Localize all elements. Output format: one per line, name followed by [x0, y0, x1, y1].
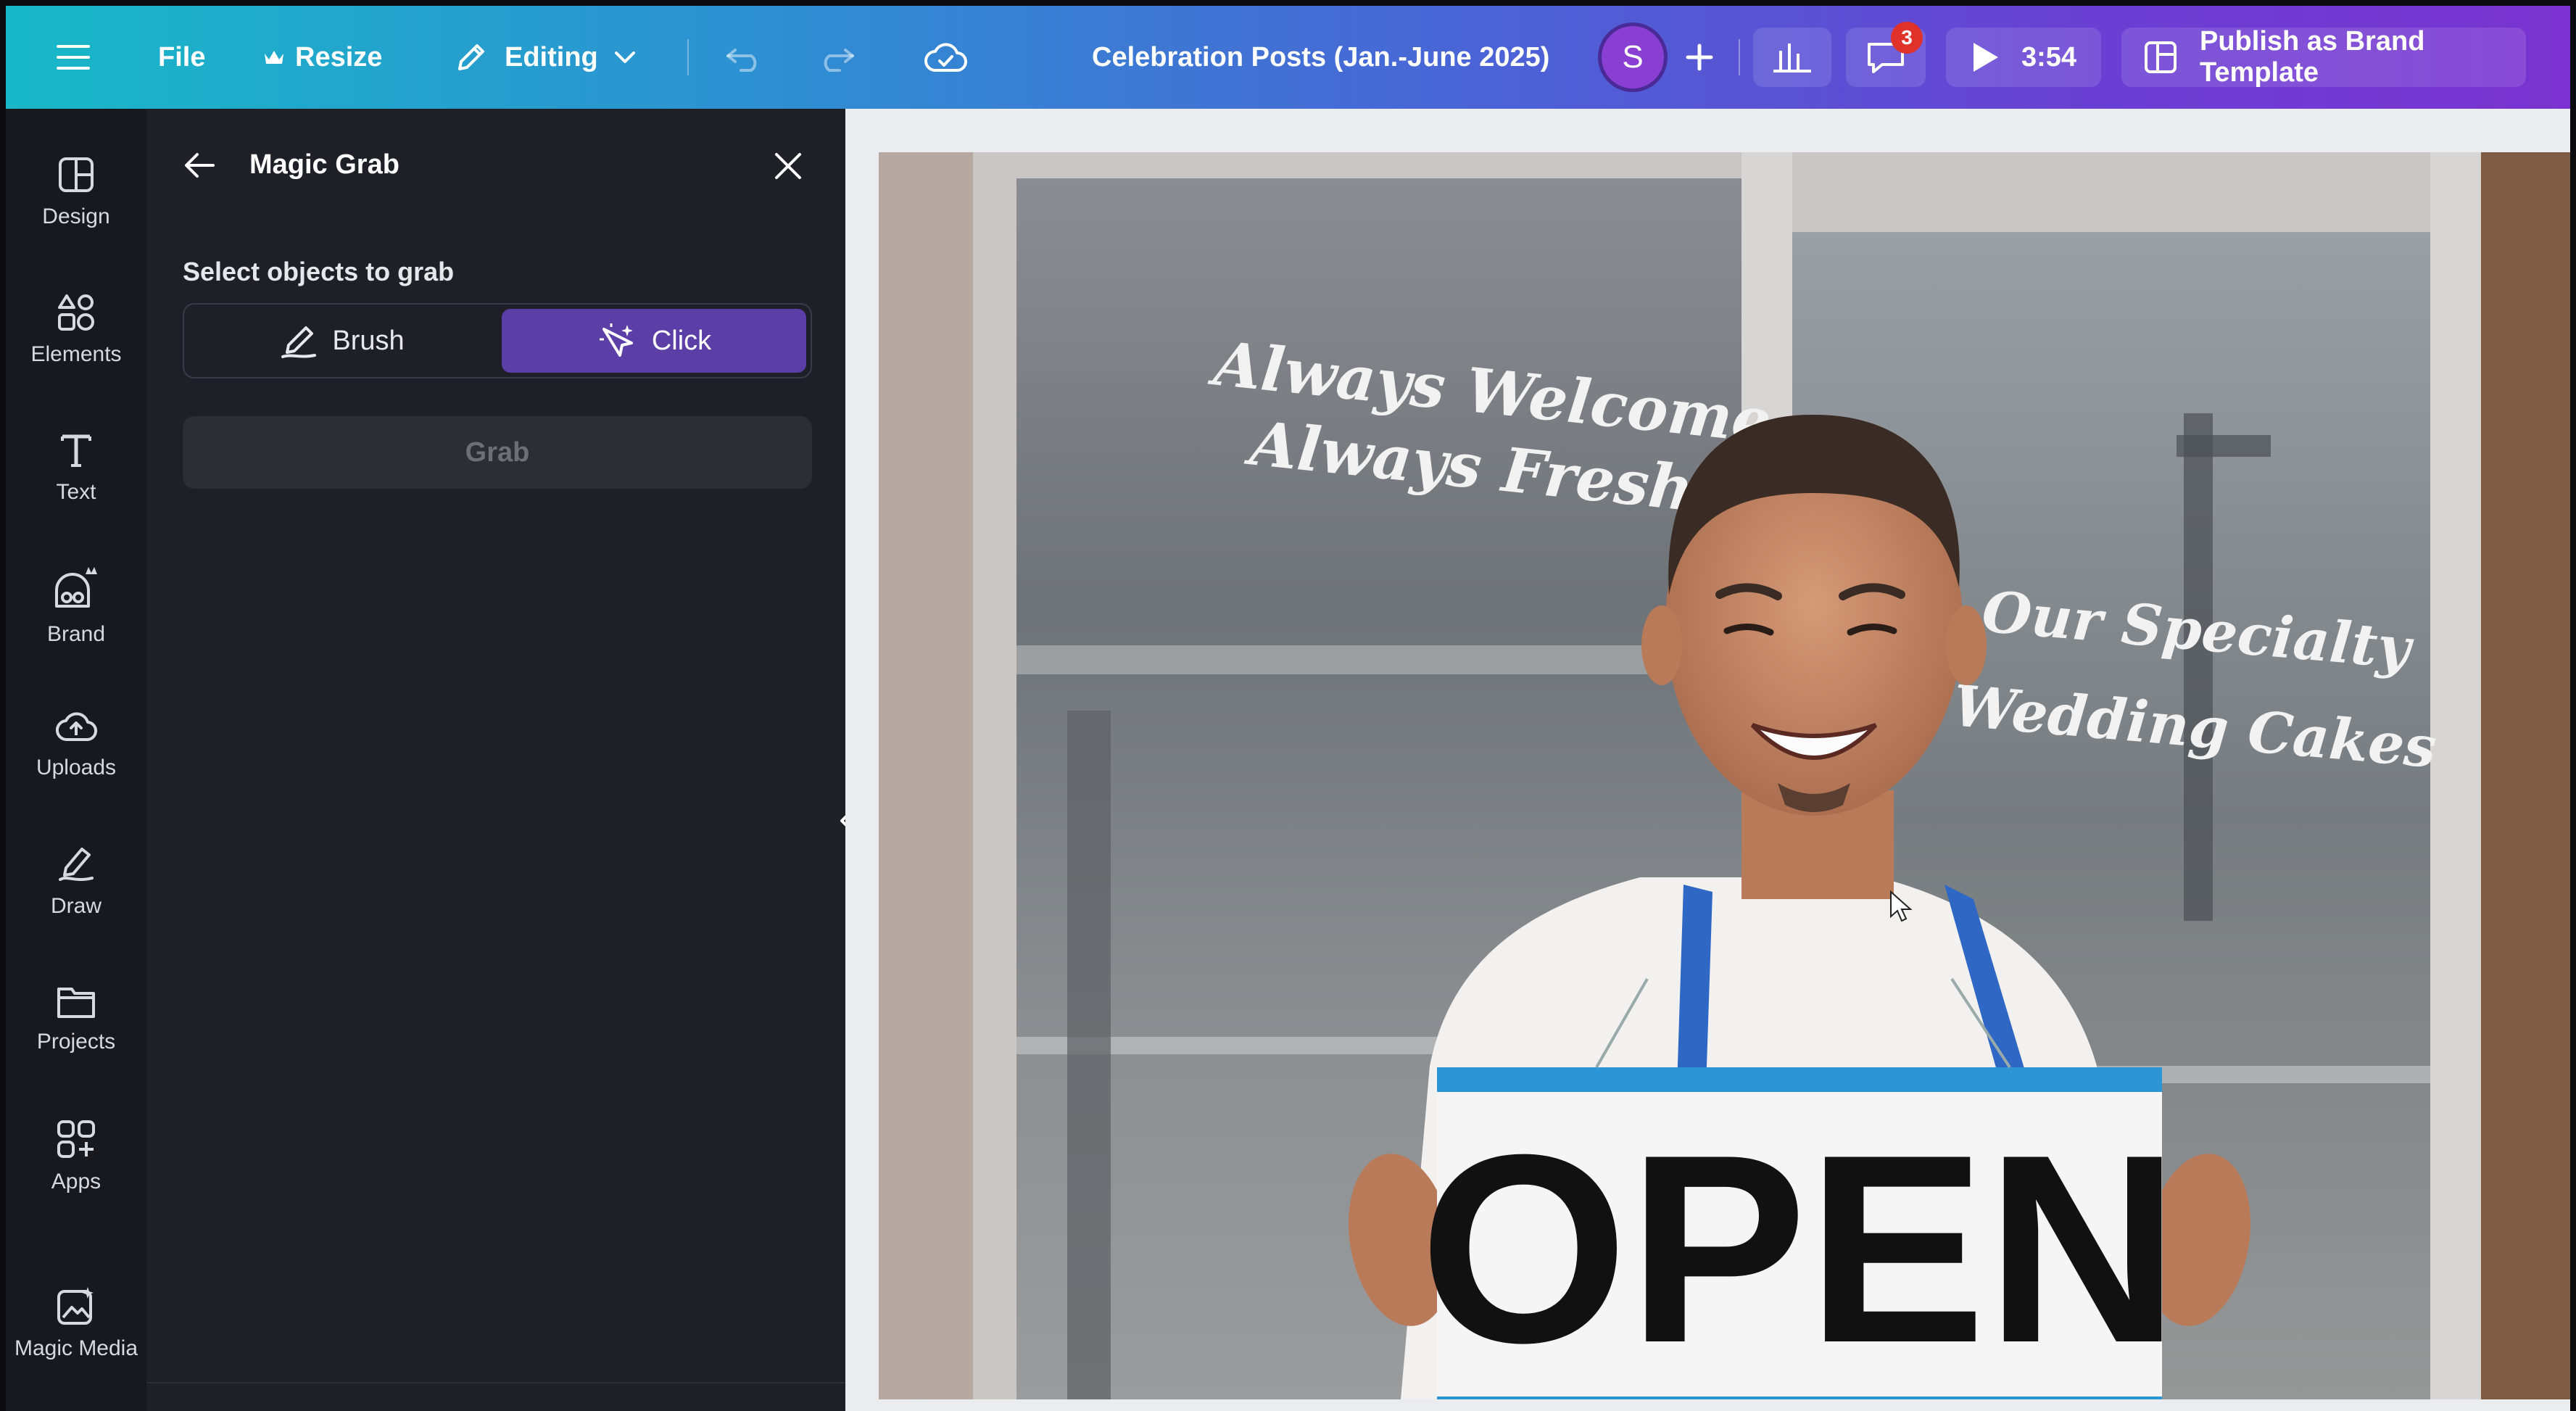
sidebar-item-design[interactable]: Design [6, 131, 146, 254]
magic-media-icon [56, 1286, 96, 1326]
avatar-initial: S [1598, 22, 1668, 92]
select-objects-heading: Select objects to grab [183, 257, 455, 286]
user-avatar[interactable]: S [1598, 6, 1668, 109]
crown-icon [263, 48, 285, 67]
cloud-save-status[interactable] [924, 6, 967, 109]
sidebar-item-label: Draw [50, 894, 102, 918]
sidebar-item-label: Apps [51, 1170, 102, 1193]
brush-icon [280, 322, 318, 360]
top-toolbar: File Resize Editing Celebration Posts (J… [6, 6, 2570, 109]
sidebar-item-label: Elements [30, 342, 122, 366]
resize-button[interactable]: Resize [263, 6, 382, 109]
text-icon [57, 431, 96, 470]
presentation-timer: 3:54 [2021, 41, 2077, 73]
comments-button[interactable]: 3 [1846, 22, 1926, 87]
left-sidebar: Design Elements Text Brand Uploads Draw … [6, 109, 146, 1411]
click-mode-button[interactable]: Click [502, 309, 806, 373]
close-icon [773, 151, 803, 181]
sidebar-item-label: Text [56, 480, 96, 504]
cursor-sparkle-icon [597, 322, 637, 360]
sidebar-item-uploads[interactable]: Uploads [6, 682, 146, 805]
close-panel-button[interactable] [773, 151, 803, 185]
projects-icon [56, 983, 96, 1019]
cloud-check-icon [924, 41, 967, 73]
invite-button[interactable] [1685, 6, 1714, 109]
sidebar-item-projects[interactable]: Projects [6, 957, 146, 1080]
back-button[interactable] [183, 151, 216, 183]
undo-icon [725, 43, 764, 72]
selection-mode-toggle: Brush Click [183, 303, 812, 378]
sidebar-item-label: Brand [46, 622, 106, 646]
plus-icon [1685, 43, 1714, 72]
hamburger-menu-icon [57, 43, 90, 72]
elements-icon [57, 293, 96, 332]
bakery-owner-photo[interactable]: Always Welcome Always Fresh Our Specialt… [879, 152, 2570, 1399]
apps-icon [56, 1119, 96, 1159]
toolbar-divider [687, 39, 689, 75]
sidebar-item-label: Magic Media [14, 1336, 138, 1360]
sidebar-item-label: Projects [36, 1030, 116, 1054]
grab-button[interactable]: Grab [183, 416, 812, 489]
undo-button[interactable] [725, 6, 764, 109]
publish-brand-template-button[interactable]: Publish as Brand Template [2121, 26, 2526, 88]
toolbar-divider [1739, 39, 1740, 75]
draw-icon [56, 843, 96, 884]
insights-button[interactable] [1753, 28, 1831, 87]
resize-label: Resize [295, 41, 383, 73]
photo-illustration: Always Welcome Always Fresh Our Specialt… [879, 152, 2570, 1399]
panel-title: Magic Grab [249, 149, 399, 180]
publish-label: Publish as Brand Template [2200, 26, 2425, 88]
template-icon [2143, 40, 2178, 75]
magic-grab-panel: Magic Grab Select objects to grab Brush … [146, 109, 845, 1411]
brush-label: Brush [332, 325, 405, 356]
present-button[interactable]: 3:54 [1946, 28, 2102, 87]
chevron-down-icon [614, 50, 636, 65]
brush-mode-button[interactable]: Brush [189, 309, 496, 373]
file-menu-button[interactable]: File [158, 6, 205, 109]
design-canvas[interactable]: Always Welcome Always Fresh Our Specialt… [845, 109, 2570, 1411]
click-label: Click [651, 325, 712, 356]
editing-label: Editing [505, 41, 598, 73]
play-icon [1971, 41, 2000, 73]
uploads-icon [54, 706, 98, 745]
editing-mode-dropdown[interactable]: Editing [454, 6, 636, 109]
panel-divider [146, 1382, 845, 1383]
sidebar-item-brand[interactable]: Brand [6, 544, 146, 667]
main-menu-button[interactable] [57, 6, 90, 109]
app-window: File Resize Editing Celebration Posts (J… [6, 6, 2570, 1411]
sidebar-item-label: Design [42, 204, 110, 228]
redo-icon [816, 43, 856, 72]
sidebar-item-text[interactable]: Text [6, 406, 146, 529]
notification-badge: 3 [1891, 22, 1923, 54]
design-icon [57, 155, 96, 194]
bar-chart-icon [1772, 41, 1813, 74]
arrow-left-icon [183, 151, 216, 180]
design-title[interactable]: Celebration Posts (Jan.-June 2025) [1092, 6, 1549, 109]
sign-text: OPEN [1420, 1099, 2180, 1399]
sidebar-item-draw[interactable]: Draw [6, 819, 146, 943]
sidebar-item-apps[interactable]: Apps [6, 1095, 146, 1218]
sidebar-item-magic-media[interactable]: Magic Media [6, 1262, 146, 1385]
brand-icon [51, 564, 102, 612]
sidebar-item-label: Uploads [36, 756, 117, 779]
pencil-icon [454, 40, 489, 75]
sidebar-item-elements[interactable]: Elements [6, 268, 146, 392]
redo-button[interactable] [816, 6, 856, 109]
